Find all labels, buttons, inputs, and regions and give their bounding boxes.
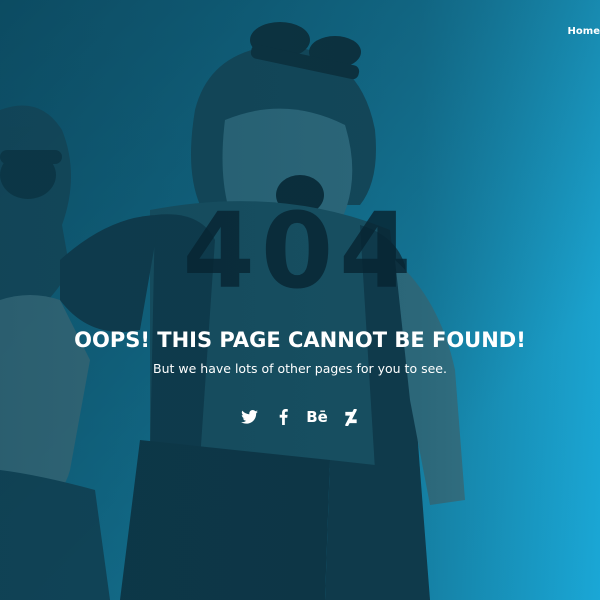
social-links: Bē <box>0 406 600 428</box>
facebook-icon <box>279 409 288 425</box>
deviantart-link[interactable] <box>340 406 362 428</box>
deviantart-icon <box>345 408 357 426</box>
error-code: 404 <box>182 190 418 312</box>
behance-icon: Bē <box>306 408 328 426</box>
error-title: OOPS! THIS PAGE CANNOT BE FOUND! <box>74 328 526 352</box>
behance-link[interactable]: Bē <box>306 406 328 428</box>
twitter-icon <box>240 410 258 424</box>
nav-home-link[interactable]: Home <box>568 26 600 37</box>
error-subtitle: But we have lots of other pages for you … <box>153 361 447 376</box>
facebook-link[interactable] <box>272 406 294 428</box>
twitter-link[interactable] <box>238 406 260 428</box>
